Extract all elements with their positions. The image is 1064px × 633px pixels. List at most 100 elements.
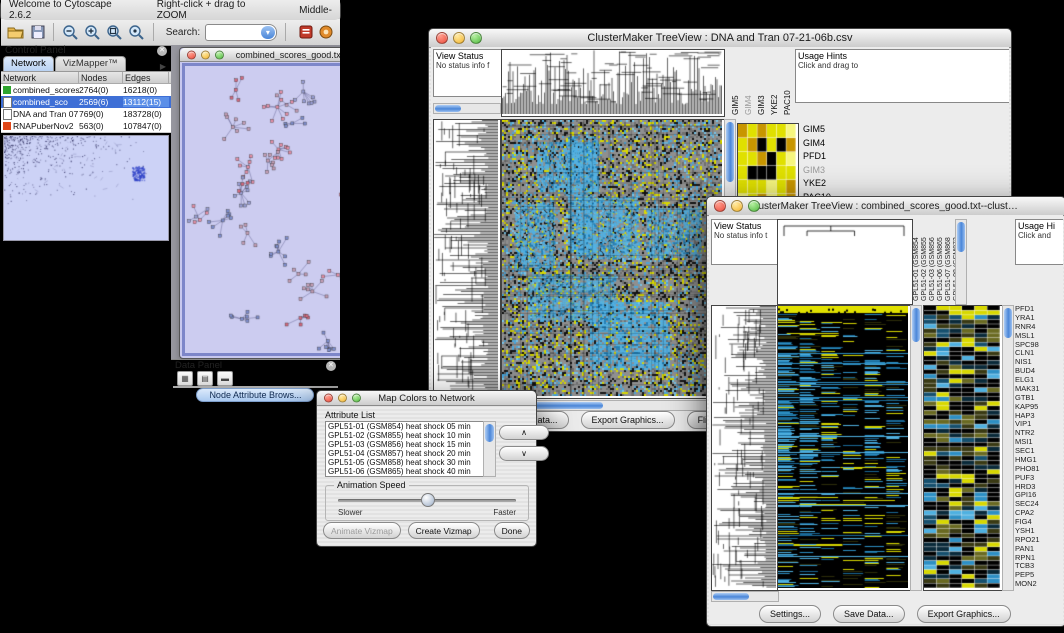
zoom-selected-icon[interactable] [106, 22, 123, 42]
zoom-fit-icon[interactable] [128, 22, 145, 42]
col-nodes[interactable]: Nodes [79, 72, 123, 83]
minimize-button[interactable] [201, 50, 210, 59]
network-view-titlebar[interactable]: combined_scores_good.txt--cluste... [180, 48, 340, 62]
col-attribute[interactable]: DNA and Tran 07-21-06b... [228, 387, 337, 388]
minimize-button[interactable] [338, 394, 347, 403]
network-row[interactable]: combined_sco2569(6)13112(15) [1, 96, 171, 108]
col-edges[interactable]: Edges [123, 72, 169, 83]
zoom-button[interactable] [215, 50, 224, 59]
minimize-button[interactable] [453, 32, 465, 44]
attribute-create-icon[interactable]: ▤ [197, 371, 213, 386]
network-edges: 16218(0) [123, 85, 169, 95]
heatmap-canvas[interactable] [778, 306, 908, 588]
column-label[interactable]: GPL51-07 (GSM868 [945, 219, 952, 301]
dialog-button-done[interactable]: Done [494, 522, 530, 539]
attribute-list-item[interactable]: GPL51-03 (GSM856) heat shock 15 min [326, 440, 484, 449]
attribute-list-item[interactable]: GPL51-05 (GSM858) heat shock 30 min [326, 458, 484, 467]
network-row[interactable]: RNAPuberNov2563(0)107847(0) [1, 120, 171, 132]
heatmap-canvas[interactable] [502, 120, 722, 396]
node-attribute-browser-tab[interactable]: Node Attribute Brows... [196, 388, 314, 402]
tab-overflow-icon[interactable]: ▶ [160, 62, 169, 71]
attribute-delete-icon[interactable]: ▬ [217, 371, 233, 386]
dendrogram-hscrollbar[interactable] [711, 591, 779, 602]
row-dendrogram[interactable] [712, 306, 776, 588]
plugin-icon[interactable] [319, 22, 334, 42]
scrollbar-thumb[interactable] [726, 122, 734, 182]
scrollbar-thumb[interactable] [912, 308, 920, 342]
attribute-list-item[interactable]: GPL51-04 (GSM857) heat shock 20 min [326, 449, 484, 458]
close-button[interactable] [436, 32, 448, 44]
treeview-dna-titlebar[interactable]: ClusterMaker TreeView : DNA and Tran 07-… [429, 29, 1011, 48]
gene-label[interactable]: YKE2 [803, 177, 831, 191]
close-button[interactable] [714, 200, 726, 212]
attribute-list-item[interactable]: GPL51-07 (GSM868) heat shock 60 min [326, 476, 484, 477]
gene-label[interactable]: GIM3 [803, 164, 831, 178]
scrollbar-thumb[interactable] [1004, 308, 1012, 338]
minimize-button[interactable] [731, 200, 743, 212]
scrollbar-thumb[interactable] [485, 424, 494, 442]
network-row[interactable]: DNA and Tran 07769(0)183728(0) [1, 108, 171, 120]
zoom-in-icon[interactable] [84, 22, 101, 42]
treeview-button[interactable]: Save Data... [833, 605, 905, 623]
column-label[interactable]: GIM3 [757, 49, 769, 115]
dialog-titlebar[interactable]: Map Colors to Network [317, 391, 536, 406]
data-panel-close-icon[interactable]: ✕ [326, 361, 336, 371]
tab-network[interactable]: Network [3, 56, 54, 71]
treeview-button[interactable]: Export Graphics... [581, 411, 675, 429]
gene-label[interactable]: GIM5 [803, 123, 831, 137]
scrollbar-thumb[interactable] [713, 593, 749, 600]
column-label[interactable]: GPL51-01 (GSM854 [913, 219, 920, 301]
column-label[interactable]: PAC10 [783, 49, 795, 115]
zoom-button[interactable] [748, 200, 760, 212]
col-id[interactable]: ID [174, 387, 228, 388]
gene-label[interactable]: GIM4 [803, 137, 831, 151]
annotation-icon[interactable] [299, 22, 314, 42]
network-row[interactable]: combined_scores2764(0)16218(0) [1, 84, 171, 96]
attribute-list-item[interactable]: GPL51-06 (GSM865) heat shock 40 min [326, 467, 484, 476]
heatmap-vscrollbar[interactable] [910, 305, 922, 591]
control-panel-close-icon[interactable]: ✕ [157, 46, 167, 56]
zoom-button[interactable] [470, 32, 482, 44]
search-dropdown-icon[interactable]: ▾ [261, 26, 275, 39]
attribute-list[interactable]: GPL51-01 (GSM854) heat shock 05 minGPL51… [325, 421, 485, 477]
network-overview-thumbnail[interactable] [4, 136, 168, 240]
open-session-icon[interactable] [7, 22, 25, 42]
search-input[interactable]: ▾ [205, 24, 277, 41]
scrollbar-thumb[interactable] [957, 222, 965, 252]
attribute-list-item[interactable]: GPL51-01 (GSM854) heat shock 05 min [326, 422, 484, 431]
column-label[interactable]: GIM5 [731, 49, 743, 115]
save-session-icon[interactable] [30, 22, 45, 42]
gene-label[interactable]: MON2 [1015, 580, 1063, 589]
close-button[interactable] [324, 394, 333, 403]
status-hscrollbar[interactable] [433, 103, 501, 114]
network-canvas[interactable] [185, 66, 340, 352]
zoom-button[interactable] [352, 394, 361, 403]
column-dendrogram[interactable] [778, 220, 910, 302]
dialog-button-create-vizmap[interactable]: Create Vizmap [408, 522, 480, 539]
attribute-select-icon[interactable]: ▦ [177, 371, 193, 386]
column-label[interactable]: GPL51-02 (GSM855 [921, 219, 928, 301]
treeview-combined-titlebar[interactable]: ClusterMaker TreeView : combined_scores_… [707, 197, 1064, 216]
column-vscrollbar[interactable] [955, 219, 967, 305]
column-label[interactable]: GIM4 [744, 49, 756, 115]
column-dendrogram[interactable] [502, 50, 722, 114]
zoom-heatmap-canvas[interactable] [924, 306, 1000, 588]
attribute-list-item[interactable]: GPL51-02 (GSM855) heat shock 10 min [326, 431, 484, 440]
treeview-button[interactable]: Export Graphics... [917, 605, 1011, 623]
slider-thumb[interactable] [421, 493, 435, 507]
column-label[interactable]: YKE2 [770, 49, 782, 115]
scrollbar-thumb[interactable] [435, 105, 461, 112]
move-down-button[interactable]: ∨ [499, 446, 549, 461]
column-label[interactable]: GPL51-06 (GSM865 [937, 219, 944, 301]
tab-vizmapper[interactable]: VizMapper™ [55, 56, 126, 71]
col-network[interactable]: Network [1, 72, 79, 83]
close-button[interactable] [187, 50, 196, 59]
row-dendrogram[interactable] [434, 120, 498, 396]
gene-label[interactable]: PFD1 [803, 150, 831, 164]
attribute-list-vscrollbar[interactable] [483, 421, 496, 477]
zoom-vscrollbar[interactable] [1002, 305, 1014, 591]
zoom-out-icon[interactable] [62, 22, 79, 42]
treeview-button[interactable]: Settings... [759, 605, 821, 623]
column-label[interactable]: GPL51-03 (GSM856 [929, 219, 936, 301]
move-up-button[interactable]: ∧ [499, 425, 549, 440]
